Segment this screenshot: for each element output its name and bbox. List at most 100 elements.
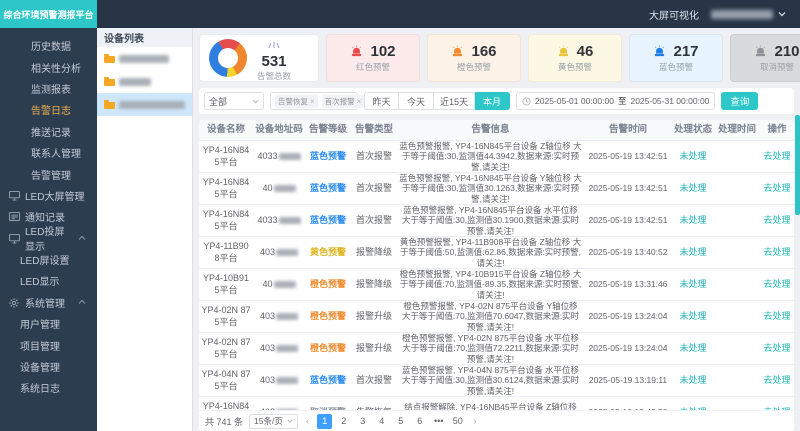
sidebar-item-用户管理[interactable]: 用户管理 (0, 313, 97, 334)
page-button-4[interactable]: 4 (374, 414, 389, 429)
alert-level: 蓝色预警 (309, 182, 346, 193)
alert-time: 2025-05-19 13:24:04 (588, 343, 668, 354)
siren-icon (557, 45, 570, 58)
alert-info: 蓝色预警报警, YP4-16N845平台设备 Y轴位移 大于等于阈值:30,监测… (399, 172, 582, 204)
sparkle-icon (266, 35, 282, 53)
column-header-设备名称: 设备名称 (206, 124, 245, 136)
chevron-up-icon (78, 234, 89, 243)
table-row: YP4-02N 875平台 403 橙色预警 报警升级 橙色预警报警, YP4-02N … (199, 333, 794, 365)
column-header-设备地址码: 设备地址码 (255, 124, 303, 136)
range-button-昨天[interactable]: 昨天 (364, 92, 399, 110)
sidebar-item-label: 通知记录 (25, 213, 65, 225)
date-range-picker[interactable]: 2025-05-01 00:00:00 至 2025-05-31 00:00:0… (516, 92, 716, 110)
alert-level: 蓝色预警 (309, 374, 346, 385)
handle-action-link[interactable]: 去处理 (760, 205, 794, 236)
sidebar-item-推送记录[interactable]: 推送记录 (0, 121, 97, 142)
device-address: 403 (253, 301, 305, 332)
column-header-操作: 操作 (767, 124, 787, 136)
column-header-告警信息: 告警信息 (471, 124, 510, 136)
filter-tag-首次报警[interactable]: 首次报警 × (321, 94, 365, 108)
clock-icon (522, 96, 531, 106)
alert-type: 首次报警 (355, 374, 392, 385)
next-page-button[interactable]: › (471, 416, 478, 427)
sidebar-item-label: 告警管理 (31, 170, 71, 182)
sidebar-item-系统管理[interactable]: 系统管理 (0, 292, 97, 313)
sidebar-item-LED显示[interactable]: LED显示 (0, 270, 97, 291)
sidebar-item-相关性分析[interactable]: 相关性分析 (0, 56, 97, 77)
page-size-select[interactable]: 15条/页 (249, 413, 298, 429)
total-alerts-card: 531 告警总数 (199, 34, 319, 82)
chevron-up-icon (78, 298, 89, 307)
filter-tag-告警恢复[interactable]: 告警恢复 × (275, 94, 318, 108)
total-alerts-value: 531 (261, 52, 287, 70)
page-button-6[interactable]: 6 (412, 414, 427, 429)
chevron-down-icon (287, 419, 293, 423)
stat-card-红色预警: 102 红色预警 (326, 34, 420, 82)
address-visible: 4033 (257, 214, 278, 225)
handle-action-link[interactable]: 去处理 (760, 301, 794, 332)
handle-action-link[interactable]: 去处理 (760, 173, 794, 204)
scrollbar-thumb[interactable] (795, 115, 800, 215)
page-button-2[interactable]: 2 (336, 414, 351, 429)
page-button-5[interactable]: 5 (393, 414, 408, 429)
alert-info: 橙色预警报警, YP4-10B915平台设备 Z轴位移 大于等于阈值:70,监测… (399, 268, 582, 300)
range-button-今天[interactable]: 今天 (399, 92, 434, 110)
search-button[interactable]: 查询 (721, 92, 759, 110)
device-address: 4033 (253, 141, 305, 172)
page-button-50[interactable]: 50 (450, 414, 465, 429)
device-tree-item-1[interactable] (97, 47, 192, 70)
sidebar-item-LED大屏管理[interactable]: LED大屏管理 (0, 185, 97, 206)
page-button-3[interactable]: 3 (355, 414, 370, 429)
range-button-近15天[interactable]: 近15天 (434, 92, 476, 110)
scope-select[interactable]: 全部 (204, 92, 264, 110)
sidebar-item-联系人管理[interactable]: 联系人管理 (0, 142, 97, 163)
page-ellipsis: ••• (433, 416, 444, 426)
vertical-scrollbar[interactable] (795, 115, 800, 431)
alert-level: 蓝色预警 (309, 214, 346, 225)
stat-card-蓝色预警: 217 蓝色预警 (629, 34, 723, 82)
alert-level: 橙色预警 (309, 310, 346, 321)
address-visible: 403 (259, 246, 276, 257)
address-visible: 403 (259, 374, 276, 385)
sidebar-item-设备管理[interactable]: 设备管理 (0, 356, 97, 377)
address-redacted (276, 377, 299, 384)
sidebar-item-历史数据[interactable]: 历史数据 (0, 35, 97, 56)
range-button-本月[interactable]: 本月 (475, 92, 511, 110)
tag-close-icon[interactable]: × (357, 97, 362, 106)
tag-label: 首次报警 (324, 96, 355, 106)
stats-row: 531 告警总数 102 红色预警 166 橙色预警 46 黄色预警 217 蓝色预警 210 取… (199, 34, 800, 82)
handle-action-link[interactable]: 去处理 (760, 237, 794, 268)
sidebar-item-系统日志[interactable]: 系统日志 (0, 377, 97, 398)
column-header-处理状态: 处理状态 (674, 124, 713, 136)
handle-status: 未处理 (679, 374, 707, 385)
sidebar-item-监测报表[interactable]: 监测报表 (0, 78, 97, 99)
address-visible: 40 (262, 182, 273, 193)
user-menu[interactable] (711, 9, 786, 19)
tag-close-icon[interactable]: × (310, 97, 315, 106)
device-address: 40 (253, 269, 305, 300)
sidebar-item-LED屏设置[interactable]: LED屏设置 (0, 249, 97, 270)
alert-time: 2025-05-19 13:42:51 (588, 215, 668, 226)
device-tree-item-3[interactable] (97, 93, 192, 116)
address-redacted (276, 345, 299, 352)
sidebar-item-告警日志[interactable]: 告警日志 (0, 99, 97, 120)
date-separator: 至 (617, 96, 627, 106)
handle-action-link[interactable]: 去处理 (760, 333, 794, 364)
handle-action-link[interactable]: 去处理 (760, 141, 794, 172)
device-tree-item-2[interactable] (97, 70, 192, 93)
handle-action-link[interactable]: 去处理 (760, 269, 794, 300)
sidebar-item-项目管理[interactable]: 项目管理 (0, 334, 97, 355)
stat-card-黄色预警: 46 黄色预警 (528, 34, 622, 82)
sidebar-item-label: 相关性分析 (31, 63, 81, 75)
prev-page-button[interactable]: ‹ (304, 416, 311, 427)
page-button-1[interactable]: 1 (317, 413, 333, 429)
alert-level: 蓝色预警 (309, 150, 346, 161)
alert-time: 2025-05-19 13:31:46 (588, 279, 668, 290)
sidebar-item-告警管理[interactable]: 告警管理 (0, 163, 97, 184)
alarm-type-multiselect[interactable]: 告警恢复 × 首次报警 × (270, 92, 365, 110)
handle-action-link[interactable]: 去处理 (760, 365, 794, 396)
sidebar-item-LED投屏显示[interactable]: LED投屏显示 (0, 227, 97, 253)
address-redacted (276, 313, 299, 320)
big-screen-link[interactable]: 大屏可视化 (649, 7, 699, 22)
quick-range-buttons: 昨天 今天 近15天 本月 (364, 92, 511, 110)
